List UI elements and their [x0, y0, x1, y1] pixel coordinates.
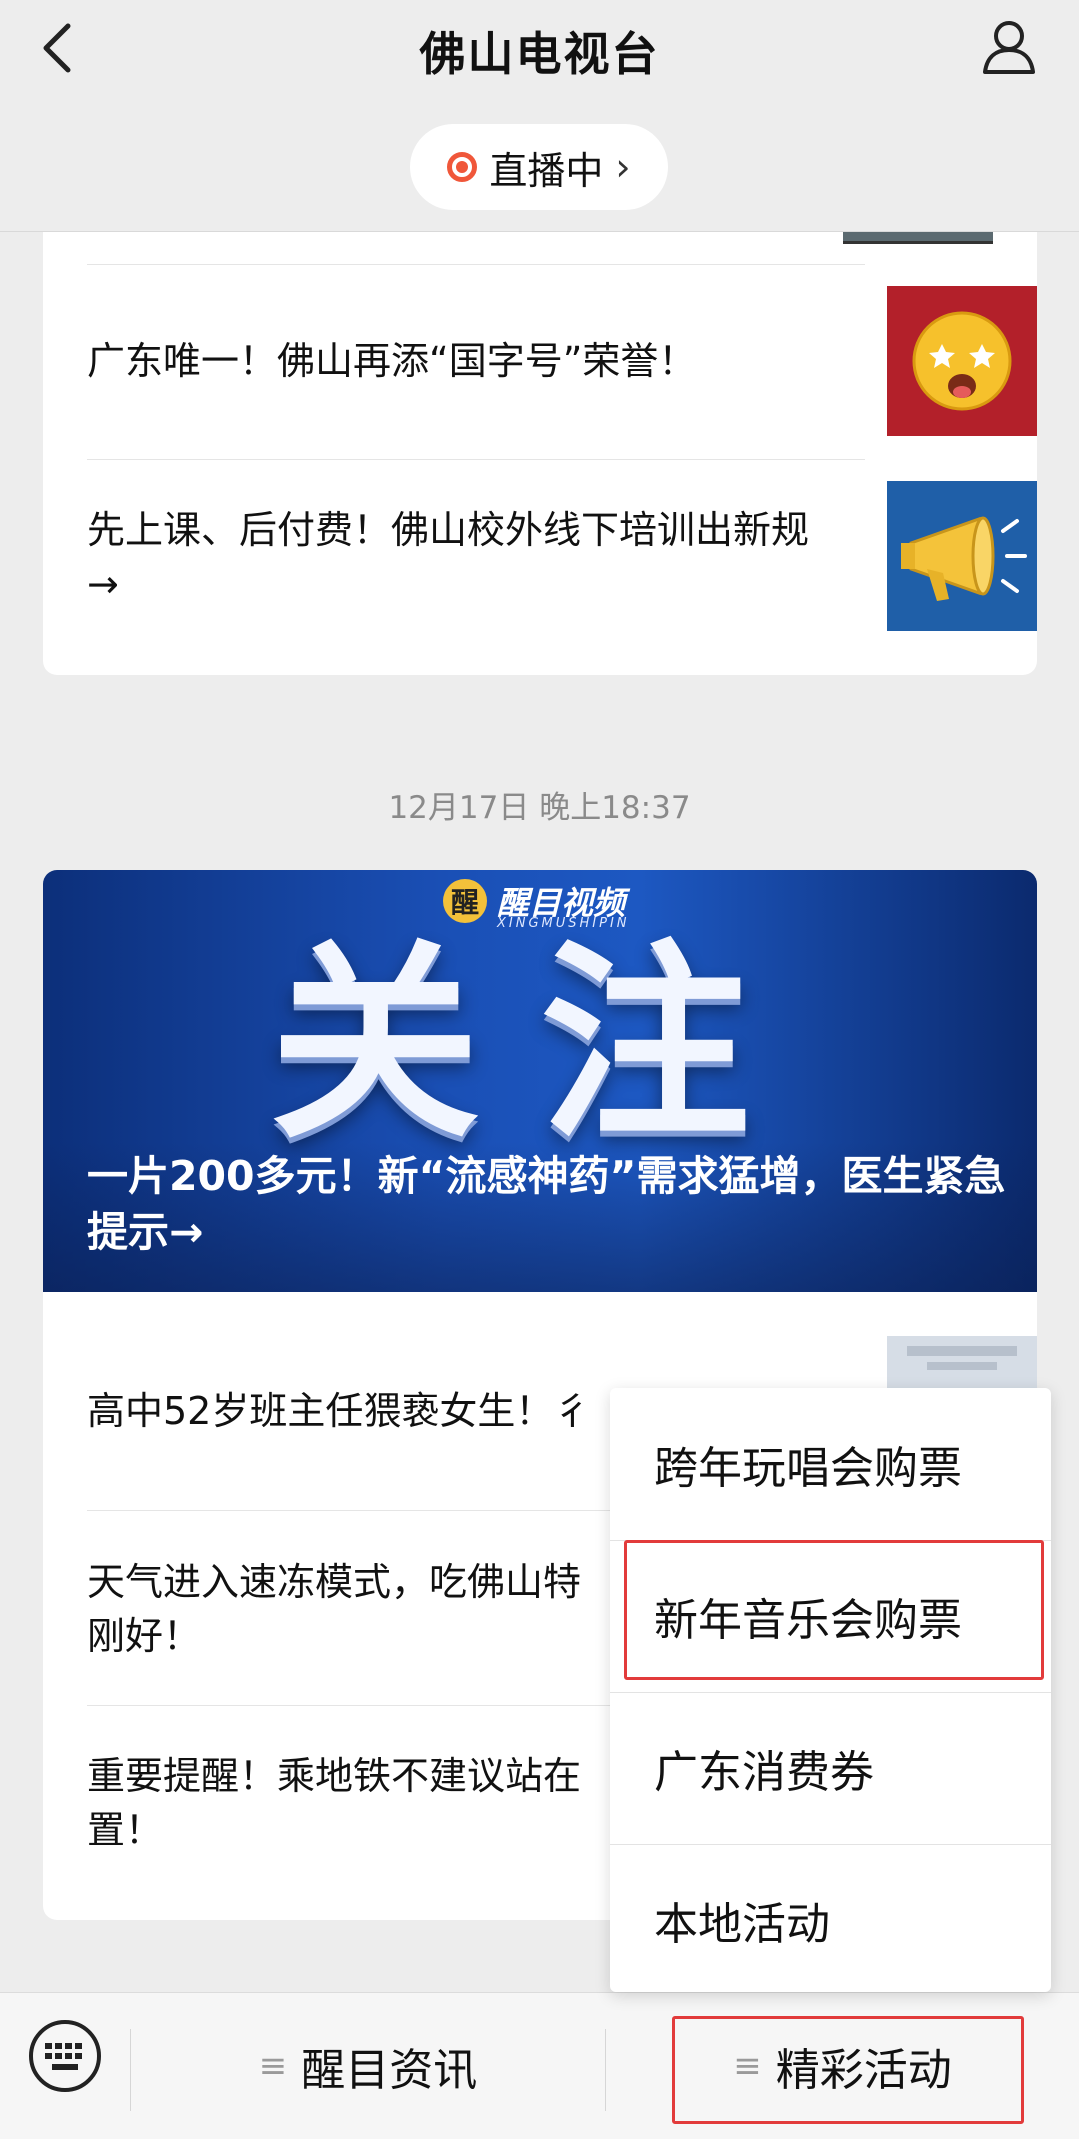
- highlight-box: [672, 2016, 1024, 2124]
- banner-big-text: 关注: [269, 922, 810, 1167]
- live-button[interactable]: 直播中 ›: [410, 124, 668, 210]
- starstruck-emoji-icon: [887, 286, 1037, 436]
- logo-badge: 醒: [443, 879, 487, 923]
- keyboard-icon[interactable]: [28, 2019, 102, 2093]
- divider: [87, 264, 865, 265]
- highlight-box: [624, 1540, 1044, 1680]
- timestamp: 12月17日 晚上18:37: [388, 790, 691, 826]
- tab-label: 醒目资讯: [301, 2045, 478, 2096]
- menu-item-consumer-voucher[interactable]: 广东消费券: [610, 1692, 1051, 1844]
- user-icon[interactable]: [979, 16, 1039, 76]
- article-title: 广东唯一！佛山再添“国字号”荣誉！: [87, 339, 697, 383]
- tab-news[interactable]: ≡ 醒目资讯: [131, 2021, 605, 2111]
- live-label: 直播中: [489, 148, 604, 193]
- news-card: 广东唯一！佛山再添“国字号”荣誉！ 先上课、后付费！佛山校外线下培训出新规→: [43, 200, 1037, 675]
- banner-caption: 一片200多元！新“流感神药”需求猛增，医生紧急提示→: [87, 1152, 1006, 1256]
- article-title: 天气进入速冻模式，吃佛山特刚好！: [87, 1560, 582, 1658]
- headline-banner[interactable]: 醒 醒目视频 XINGMUSHIPIN 关注 一片200多元！新“流感神药”需求…: [43, 870, 1037, 1292]
- page-title: 佛山电视台: [419, 27, 660, 81]
- divider: [87, 459, 865, 460]
- menu-item-concert-tickets[interactable]: 跨年玩唱会购票: [610, 1388, 1051, 1540]
- list-item[interactable]: 先上课、后付费！佛山校外线下培训出新规→: [87, 481, 1037, 631]
- article-title: 重要提醒！乘地铁不建议站在置！: [87, 1754, 582, 1852]
- article-title: 先上课、后付费！佛山校外线下培训出新规→: [87, 508, 810, 606]
- live-dot-icon: [447, 152, 478, 182]
- menu-icon: ≡: [258, 2046, 288, 2086]
- menu-item-local-events[interactable]: 本地活动: [610, 1844, 1051, 1996]
- activity-popup-menu: 跨年玩唱会购票 新年音乐会购票 广东消费券 本地活动: [610, 1388, 1051, 1992]
- top-bar: 佛山电视台 直播中 ›: [0, 0, 1079, 232]
- megaphone-icon: [887, 481, 1037, 631]
- list-item[interactable]: 广东唯一！佛山再添“国字号”荣誉！: [87, 286, 1037, 436]
- chevron-right-icon: ›: [615, 145, 631, 189]
- thumbnail: [843, 231, 993, 244]
